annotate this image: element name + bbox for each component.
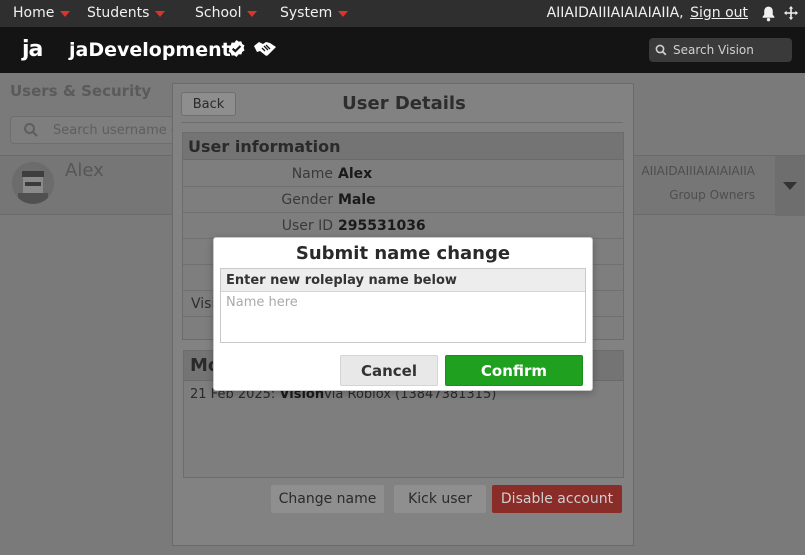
user-role: Group Owners	[669, 188, 755, 202]
name-field-label: Enter new roleplay name below	[221, 269, 585, 292]
top-nav: Home Students School System AIIAIDAIIIAI…	[0, 0, 805, 27]
info-row-name: Name Alex	[183, 161, 623, 187]
info-value: 295531036	[338, 218, 426, 234]
info-row-gender: Gender Male	[183, 187, 623, 213]
user-search-field: Search username or	[10, 116, 190, 144]
divider	[181, 122, 623, 123]
nav-school-label: School	[195, 5, 242, 21]
cancel-button[interactable]: Cancel	[340, 355, 438, 386]
caret-down-icon	[338, 11, 349, 17]
nav-school[interactable]: School	[195, 5, 258, 21]
nav-students-label: Students	[87, 5, 150, 21]
new-name-input[interactable]	[221, 292, 585, 342]
info-label: Name	[291, 166, 333, 182]
search-box[interactable]	[649, 38, 792, 62]
info-row-user-id: User ID 295531036	[183, 213, 623, 239]
info-label: Visi	[191, 296, 216, 312]
search-icon	[655, 41, 667, 60]
move-icon[interactable]	[783, 5, 799, 25]
logo[interactable]: ja	[22, 37, 43, 62]
caret-down-icon	[247, 11, 258, 17]
avatar	[12, 162, 54, 204]
kick-user-button: Kick user	[394, 485, 486, 513]
chevron-down-icon	[783, 182, 797, 190]
confirm-button[interactable]: Confirm	[445, 355, 583, 386]
caret-down-icon	[60, 11, 71, 17]
info-value: Alex	[338, 166, 373, 182]
disable-account-button: Disable account	[492, 485, 622, 513]
nav-system-label: System	[280, 5, 333, 21]
caret-down-icon	[155, 11, 166, 17]
nav-home[interactable]: Home	[13, 5, 71, 21]
user-tag: AIIAIDAIIIAIAIAIAIIA	[641, 164, 755, 178]
modal-title: User Details	[342, 93, 466, 114]
user-search-placeholder: Search username or	[53, 123, 185, 138]
change-name-button: Change name	[271, 485, 384, 513]
page-title: Users & Security	[10, 82, 152, 100]
user-name: Alex	[65, 160, 104, 181]
brand-bar: ja jaDevelopment	[0, 27, 805, 73]
user-area: AIIAIDAIIIAIAIAIAIIA, Sign out	[547, 5, 748, 21]
verified-badge-icon	[227, 39, 246, 62]
dialog-title: Submit name change	[295, 243, 511, 264]
info-value: Male	[338, 192, 376, 208]
search-input[interactable]	[673, 43, 783, 57]
handshake-icon	[253, 39, 277, 63]
brand-name: jaDevelopment	[69, 39, 231, 61]
nav-students[interactable]: Students	[87, 5, 166, 21]
nav-home-label: Home	[13, 5, 55, 21]
name-change-dialog: Submit name change Enter new roleplay na…	[213, 237, 593, 391]
name-field-group: Enter new roleplay name below	[220, 268, 586, 343]
info-label: User ID	[281, 218, 333, 234]
nav-system[interactable]: System	[280, 5, 349, 21]
sign-out-link[interactable]: Sign out	[690, 5, 748, 21]
current-username: AIIAIDAIIIAIAIAIAIIA,	[546, 5, 684, 21]
info-label: Gender	[281, 192, 333, 208]
user-info-header: User information	[183, 133, 623, 160]
search-icon	[23, 122, 39, 142]
expand-row-button	[775, 156, 805, 216]
bell-icon[interactable]	[760, 5, 777, 26]
